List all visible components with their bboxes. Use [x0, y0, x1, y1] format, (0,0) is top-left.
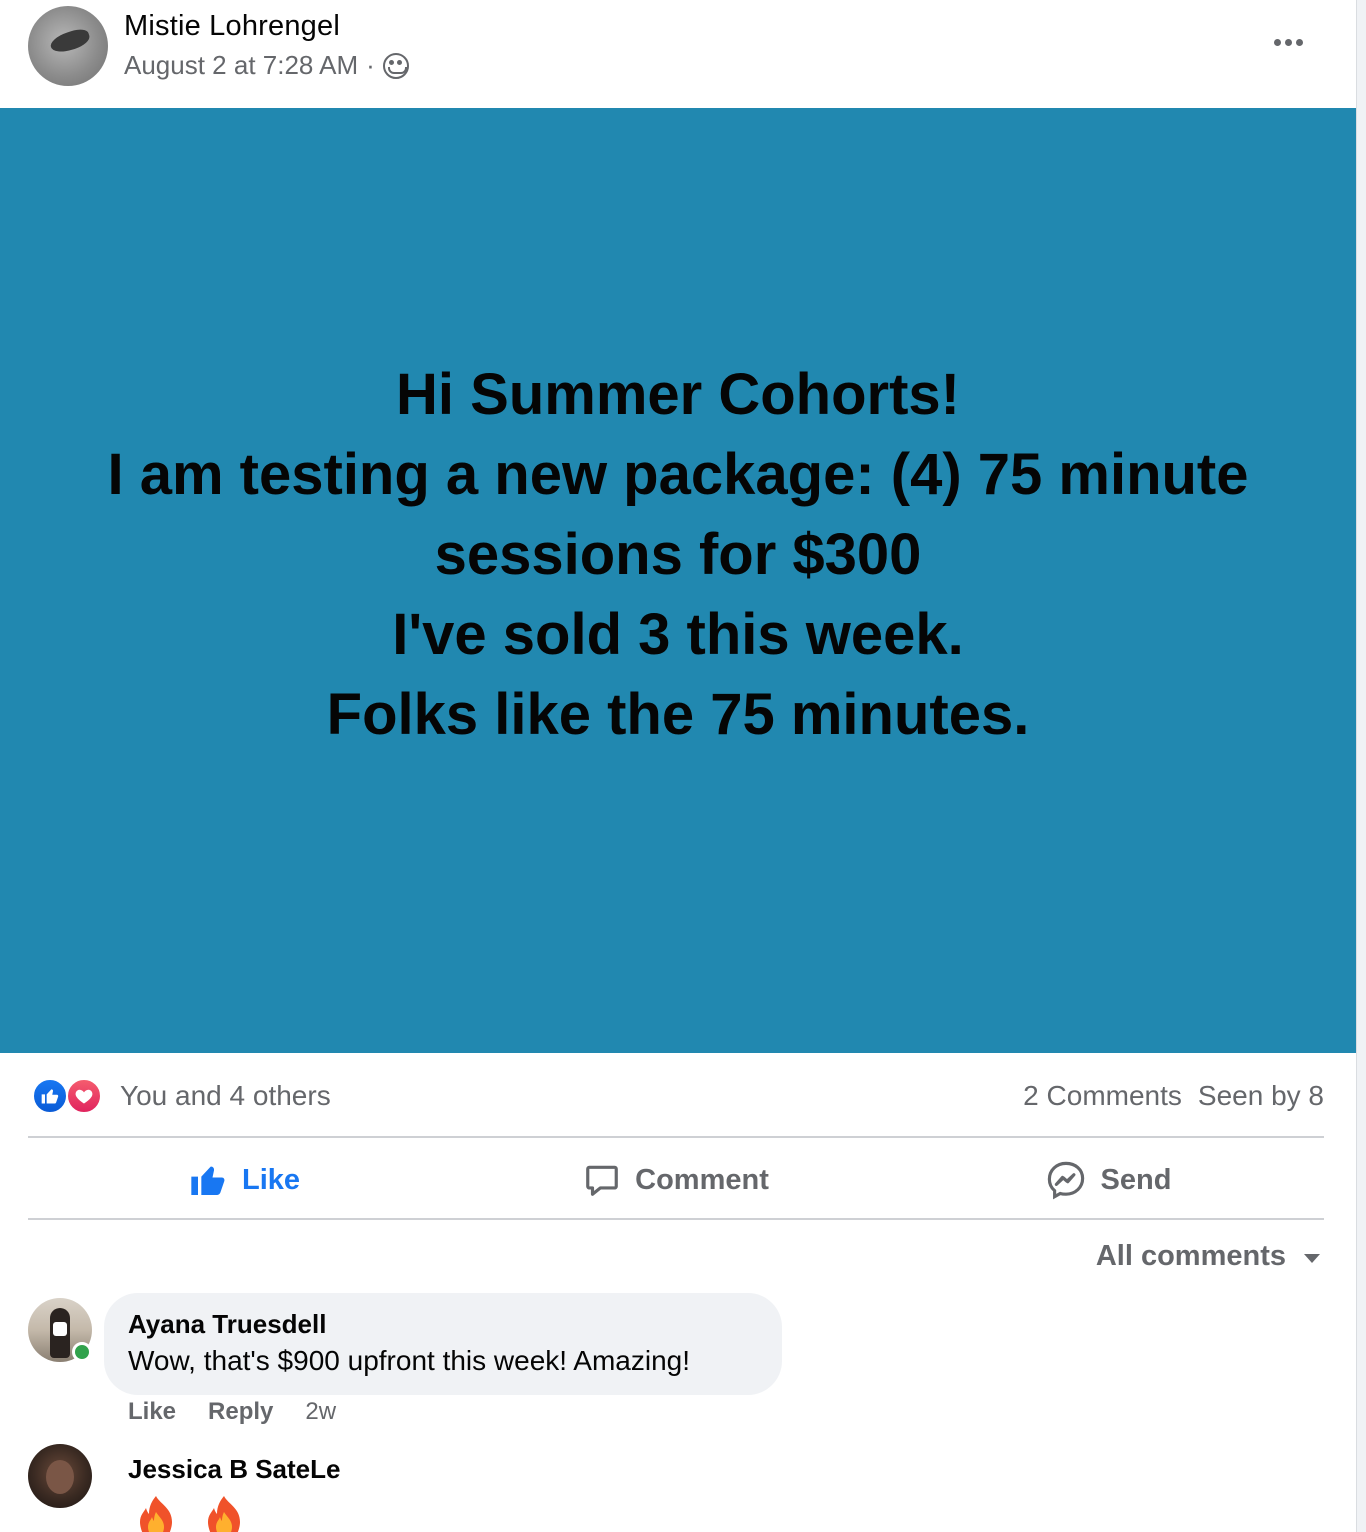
post-line: I am testing a new package: (4) 75 minut… [107, 441, 1249, 507]
sort-label: All comments [1095, 1240, 1286, 1272]
more-options-button[interactable] [1266, 24, 1310, 60]
online-status-dot [72, 1342, 92, 1362]
like-button[interactable]: Like [28, 1140, 460, 1220]
post-line: I've sold 3 this week. [392, 601, 964, 667]
divider [28, 1218, 1324, 1220]
comment-author[interactable]: Ayana Truesdell [128, 1309, 326, 1340]
thumbs-up-icon [191, 1166, 225, 1195]
reactions-bar: You and 4 others 2 Comments Seen by 8 [28, 1074, 1324, 1118]
caret-down-icon [1304, 1254, 1320, 1263]
like-reaction-icon [32, 1078, 68, 1114]
comment-button[interactable]: Comment [460, 1140, 892, 1220]
post-text: Hi Summer Cohorts! I am testing a new pa… [48, 355, 1308, 755]
scrollbar-track[interactable] [1356, 0, 1366, 1532]
post-page: Mistie Lohrengel August 2 at 7:28 AM · H… [0, 0, 1366, 1532]
comment-actions: Like Reply 2w [128, 1398, 336, 1426]
author-name[interactable]: Mistie Lohrengel [124, 10, 340, 43]
meta-separator: · [366, 50, 375, 80]
post-meta: August 2 at 7:28 AM · [124, 50, 409, 81]
commenter-avatar[interactable] [28, 1444, 92, 1508]
post-header: Mistie Lohrengel August 2 at 7:28 AM · [0, 0, 1356, 108]
comment-label: Comment [635, 1163, 769, 1196]
comment-author[interactable]: Jessica B SateLe [128, 1454, 340, 1485]
reaction-icons[interactable] [32, 1078, 104, 1114]
author-avatar[interactable] [28, 6, 108, 86]
comments-sort-dropdown[interactable]: All comments [1096, 1240, 1320, 1273]
group-icon [382, 52, 409, 79]
comment-emoji [128, 1494, 252, 1532]
post-line: sessions for $300 [434, 521, 922, 587]
seen-by-count[interactable]: Seen by 8 [1198, 1080, 1324, 1112]
send-button[interactable]: Send [892, 1140, 1324, 1220]
post-line: Folks like the 75 minutes. [326, 681, 1030, 747]
send-label: Send [1100, 1163, 1172, 1196]
comment-age[interactable]: 2w [305, 1398, 336, 1426]
love-reaction-icon [66, 1078, 102, 1114]
fire-emoji [208, 1496, 240, 1532]
like-label: Like [241, 1163, 301, 1196]
fire-emoji [140, 1496, 172, 1532]
comment-like-button[interactable]: Like [128, 1398, 176, 1426]
post-counts: 2 Comments Seen by 8 [1023, 1080, 1324, 1112]
comment-text: Wow, that's $900 upfront this week! Amaz… [128, 1345, 691, 1376]
post-line: Hi Summer Cohorts! [396, 361, 960, 427]
post-timestamp[interactable]: August 2 at 7:28 AM [124, 50, 358, 81]
comment-bubble: Ayana Truesdell Wow, that's $900 upfront… [104, 1293, 782, 1395]
comment-icon [586, 1165, 618, 1196]
messenger-icon [1047, 1161, 1084, 1200]
comments-count[interactable]: 2 Comments [1023, 1080, 1182, 1112]
comment-reply-button[interactable]: Reply [208, 1398, 273, 1426]
post-actions: Like Comment Send [28, 1140, 1324, 1220]
reaction-summary[interactable]: You and 4 others [120, 1080, 331, 1112]
more-options-icon [1273, 38, 1281, 46]
post-background: Hi Summer Cohorts! I am testing a new pa… [0, 108, 1356, 1053]
divider [28, 1136, 1324, 1138]
